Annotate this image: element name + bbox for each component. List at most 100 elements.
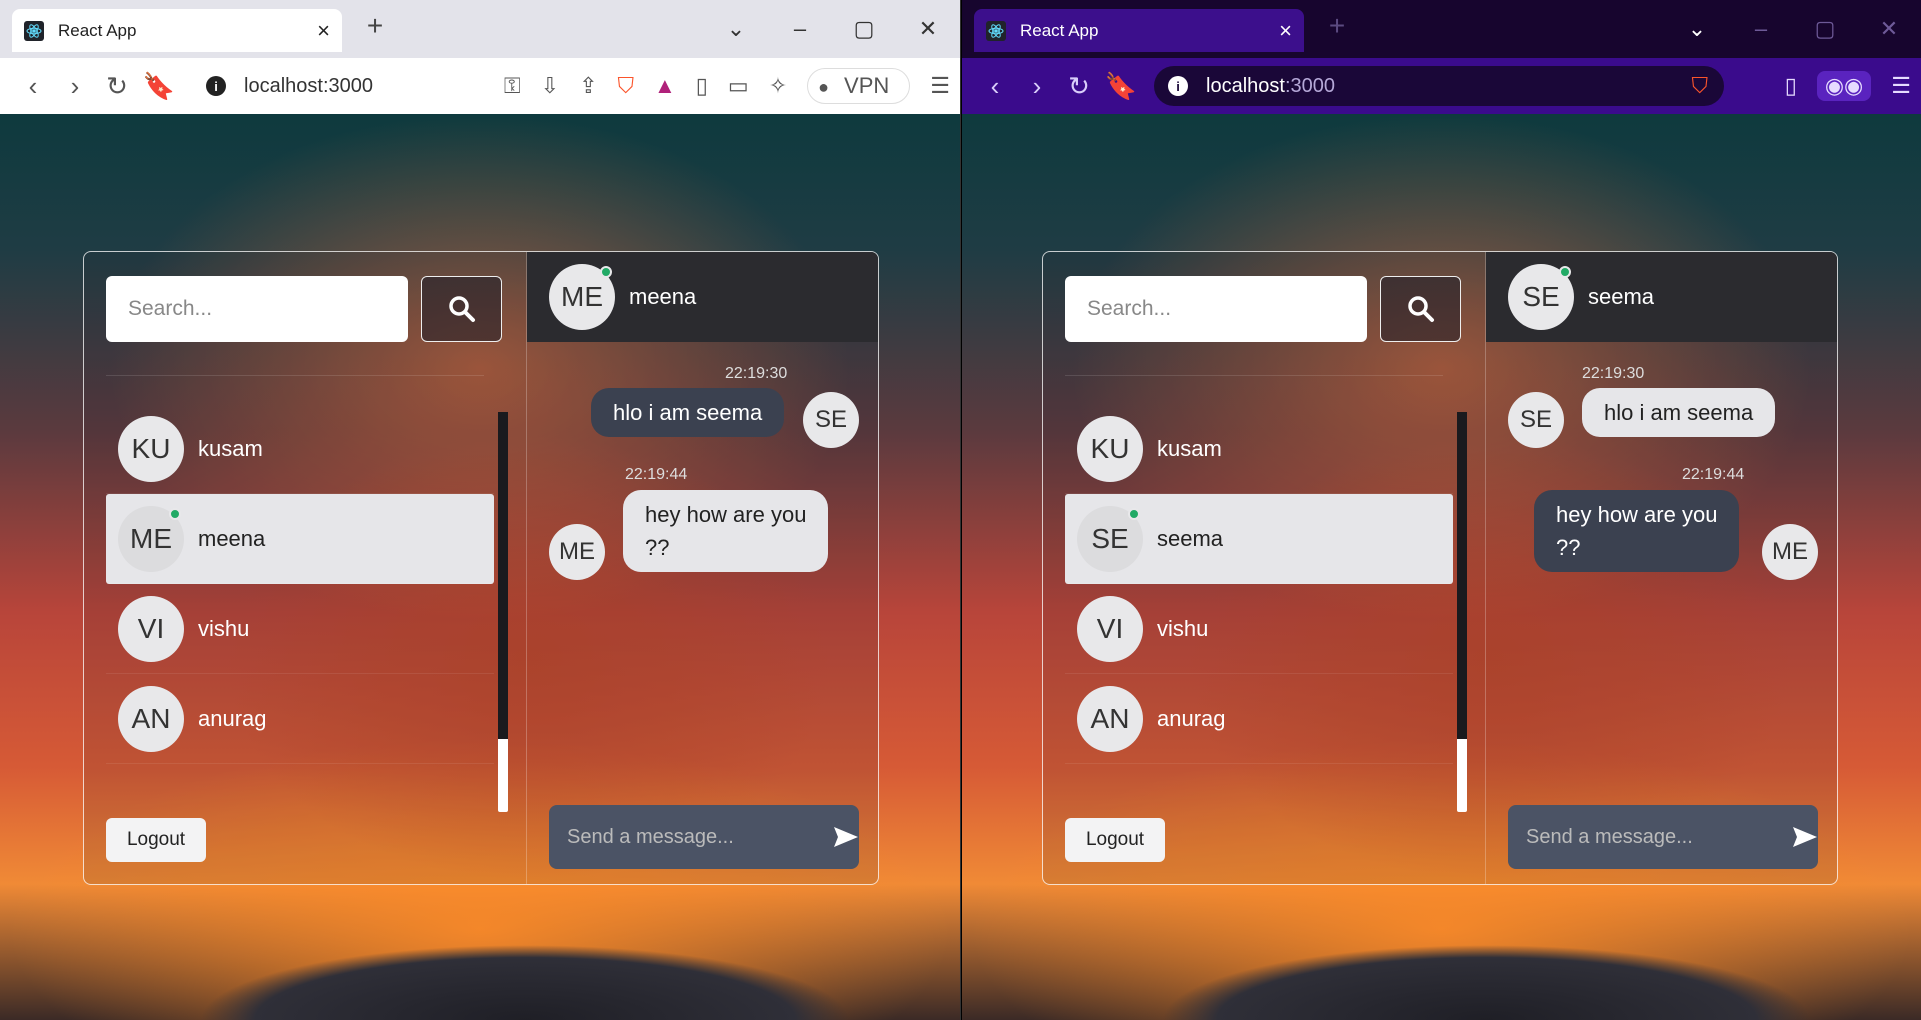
forward-icon[interactable]: › [54,71,96,102]
send-button[interactable] [1791,809,1818,865]
chat-app-panel: KU kusam ME meena VI vishu AN anurag [83,251,879,885]
site-info-icon[interactable]: i [206,76,226,96]
tab-strip: React App × + ⌄ – ▢ ✕ [0,0,960,58]
send-icon [1792,827,1817,847]
vpn-button[interactable]: ● VPN [807,68,911,104]
avatar-initials: ME [559,538,595,565]
browser-window-left: React App × + ⌄ – ▢ ✕ ‹ › ↻ 🔖 i localhos… [0,0,961,1020]
private-window-glasses-icon[interactable]: ◉◉ [1816,71,1872,101]
minimize-icon[interactable]: – [768,8,832,50]
bookmark-icon[interactable]: 🔖 [138,71,180,102]
avatar-initials: ME [1772,538,1808,565]
search-icon [1407,296,1434,322]
tab-title: React App [58,20,137,40]
maximize-icon[interactable]: ▢ [1793,8,1857,50]
message-timestamp: 22:19:30 [725,365,788,382]
send-button[interactable] [832,809,859,865]
site-info-icon[interactable]: i [1168,76,1188,96]
contact-item-active[interactable]: SE seema [1065,494,1453,584]
address-toolbar: ‹ › ↻ 🔖 i localhost:3000 ⚿ ⇩ ⇪ ⛉ ▲ ▯ ▭ ✧… [0,58,960,114]
close-window-icon[interactable]: ✕ [896,8,960,50]
brave-rewards-icon[interactable]: ▲ [654,73,676,99]
contact-item[interactable]: VI vishu [1065,584,1453,674]
back-icon[interactable]: ‹ [974,71,1016,102]
share-icon[interactable]: ⇪ [579,73,597,99]
contact-item[interactable]: KU kusam [1065,404,1453,494]
search-button[interactable] [421,276,502,342]
new-tab-icon[interactable]: + [360,10,390,42]
tab-search-chevron-icon[interactable]: ⌄ [704,8,768,50]
chat-pane: ME meena 22:19:30 hlo i am seema SE 22:1… [526,252,878,884]
contact-item-active[interactable]: ME meena [106,494,494,584]
toolbar-icons: ⚿ ⇩ ⇪ ⛉ ▲ ▯ ▭ ✧ ● VPN ☰ [494,58,960,114]
maximize-icon[interactable]: ▢ [832,8,896,50]
toolbar-icons: ▯ ◉◉ ☰ [1775,58,1921,114]
message-input[interactable] [567,825,832,849]
avatar-initials: ME [130,522,172,554]
chat-header-name: seema [1588,284,1655,309]
message-avatar: SE [803,392,859,448]
contact-list-scrollbar[interactable] [498,412,508,812]
sidebar-icon[interactable]: ▯ [1785,73,1797,99]
contact-list: KU kusam SE seema VI vishu AN anurag [1065,404,1453,804]
avatar-initials: VI [137,612,165,644]
contact-item[interactable]: VI vishu [106,584,494,674]
contact-item[interactable]: KU kusam [106,404,494,494]
avatar-initials: KU [1090,432,1130,464]
avatar: ME [118,505,184,572]
close-window-icon[interactable]: ✕ [1857,8,1921,50]
avatar: VI [118,595,184,662]
reload-icon[interactable]: ↻ [96,71,138,102]
contact-item[interactable]: AN anurag [1065,674,1453,764]
browser-tab[interactable]: React App × [974,9,1304,52]
contact-item[interactable]: AN anurag [106,674,494,764]
close-tab-icon[interactable]: × [317,19,330,42]
window-controls: ⌄ – ▢ ✕ [704,8,960,50]
tab-search-chevron-icon[interactable]: ⌄ [1665,8,1729,50]
scrollbar-thumb[interactable] [498,412,508,739]
avatar: KU [1077,415,1143,482]
sidebar-icon[interactable]: ▯ [696,73,708,99]
wallpaper-rocks [150,890,900,1020]
tab-title: React App [1020,20,1099,40]
menu-icon[interactable]: ☰ [930,73,950,99]
message-timestamp: 22:19:44 [625,466,688,483]
message-input[interactable] [1526,825,1791,849]
online-status-dot [169,507,181,520]
online-status-dot [1128,507,1140,520]
url-bar[interactable]: i localhost:3000 ⛉ [1154,66,1724,106]
browser-tab[interactable]: React App × [12,9,342,52]
brave-shield-icon[interactable]: ⛉ [618,73,635,99]
logout-button[interactable]: Logout [1065,818,1165,862]
new-tab-icon[interactable]: + [1322,10,1352,42]
avatar-initials: VI [1096,612,1124,644]
install-icon[interactable]: ⇩ [541,73,559,99]
wallet-icon[interactable]: ▭ [728,73,749,99]
contact-name: seema [1157,525,1224,551]
forward-icon[interactable]: › [1016,71,1058,102]
menu-icon[interactable]: ☰ [1891,73,1911,99]
reload-icon[interactable]: ↻ [1058,71,1100,102]
back-icon[interactable]: ‹ [12,71,54,102]
search-input[interactable] [106,276,408,342]
avatar-initials: AN [1090,702,1130,734]
key-icon[interactable]: ⚿ [504,73,521,99]
message-bubble-sent: hey how are you?? [1534,490,1740,572]
bookmark-icon[interactable]: 🔖 [1100,71,1142,102]
message-composer [549,805,859,869]
brave-shield-icon[interactable]: ⛉ [1691,73,1708,99]
scrollbar-thumb[interactable] [1457,412,1467,739]
minimize-icon[interactable]: – [1729,8,1793,50]
react-logo-icon [24,20,44,41]
leo-ai-icon[interactable]: ✧ [769,73,787,99]
contact-name: vishu [1157,615,1209,641]
logout-button[interactable]: Logout [106,818,206,862]
avatar-initials: SE [1522,281,1560,312]
search-button[interactable] [1380,276,1461,342]
search-input[interactable] [1065,276,1367,342]
chat-header-avatar: ME [549,264,615,330]
avatar-initials: SE [814,406,847,433]
close-tab-icon[interactable]: × [1279,19,1292,42]
contact-name: anurag [198,705,267,731]
contact-list-scrollbar[interactable] [1457,412,1467,812]
